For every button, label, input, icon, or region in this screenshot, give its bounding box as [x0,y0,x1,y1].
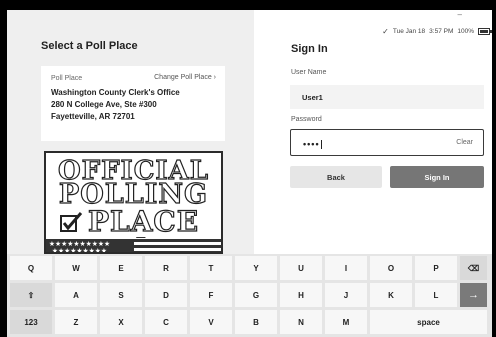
shift-key[interactable]: ⇧ [10,283,52,307]
key-m[interactable]: M [325,310,367,334]
sign-in-title: Sign In [291,43,328,55]
key-h[interactable]: H [280,283,322,307]
key-i[interactable]: I [325,256,367,280]
key-w[interactable]: W [55,256,97,280]
text-caret [320,140,322,150]
battery-percent: 100% [457,28,474,35]
key-o[interactable]: O [370,256,412,280]
key-b[interactable]: B [235,310,277,334]
password-label: Password [291,116,322,123]
key-e[interactable]: E [100,256,142,280]
svg-text:★★★★★★★★★: ★★★★★★★★★ [52,247,107,254]
key-c[interactable]: C [145,310,187,334]
key-v[interactable]: V [190,310,232,334]
window-frame: Select a Poll Place Poll Place Change Po… [0,0,496,337]
ballot-check-icon [60,212,83,232]
enter-key[interactable]: → [460,283,487,307]
poll-panel-title: Select a Poll Place [41,40,138,52]
change-poll-place-link[interactable]: Change Poll Place › [154,74,216,81]
status-date: Tue Jan 18 [392,28,426,35]
checkmark-icon: ✓ [382,27,389,36]
poll-place-address-line2: Fayetteville, AR 72701 [51,112,135,121]
back-button[interactable]: Back [290,166,382,188]
poll-place-panel: Select a Poll Place Poll Place Change Po… [7,10,254,254]
key-x[interactable]: X [100,310,142,334]
battery-icon [478,28,492,35]
backspace-icon: ⌫ [467,263,480,273]
username-label: User Name [291,69,327,76]
official-polling-place-sign: OFFICIAL POLLING PLACE ★★★★★★★★★★ ★★★★★★… [44,151,223,254]
key-q[interactable]: Q [10,256,52,280]
key-r[interactable]: R [145,256,187,280]
key-j[interactable]: J [325,283,367,307]
enter-icon: → [468,289,479,301]
on-screen-keyboard: Q W E R T Y U I O P ⌫ ⇧ A S D F G H J K L → 123 Z X C V B N Mspace [7,254,492,337]
key-s[interactable]: S [100,283,142,307]
key-n[interactable]: N [280,310,322,334]
key-a[interactable]: A [55,283,97,307]
kiosk-screen: Select a Poll Place Poll Place Change Po… [7,10,492,337]
key-d[interactable]: D [145,283,187,307]
numbers-key[interactable]: 123 [10,310,52,334]
window-controls[interactable]: – [458,10,486,19]
username-field[interactable]: User1 [290,85,484,109]
key-l[interactable]: L [415,283,457,307]
password-value: •••• [303,139,320,149]
key-f[interactable]: F [190,283,232,307]
clear-button[interactable]: Clear [456,139,473,146]
status-time: 3:57 PM [429,28,454,35]
key-t[interactable]: T [190,256,232,280]
username-value: User1 [302,93,323,102]
poll-place-card: Poll Place Change Poll Place › Washingto… [41,66,225,141]
key-k[interactable]: K [370,283,412,307]
key-z[interactable]: Z [55,310,97,334]
key-u[interactable]: U [280,256,322,280]
poll-place-name: Washington County Clerk's Office [51,88,180,97]
space-key[interactable]: space [370,310,487,334]
key-y[interactable]: Y [235,256,277,280]
status-bar: ✓ Tue Jan 18 3:57 PM 100% [382,27,492,36]
backspace-key[interactable]: ⌫ [460,256,487,280]
poll-place-address-line1: 280 N College Ave, Ste #300 [51,100,157,109]
sign-in-panel: – ✓ Tue Jan 18 3:57 PM 100% Sign In User… [254,10,492,254]
shift-icon: ⇧ [27,290,35,300]
password-field[interactable]: •••• Clear [290,129,484,156]
key-p[interactable]: P [415,256,457,280]
poll-place-label: Poll Place [51,75,83,82]
sign-in-button[interactable]: Sign In [390,166,484,188]
key-g[interactable]: G [235,283,277,307]
flag-stripes-icon: ★★★★★★★★★★ ★★★★★★★★★ [46,237,221,254]
